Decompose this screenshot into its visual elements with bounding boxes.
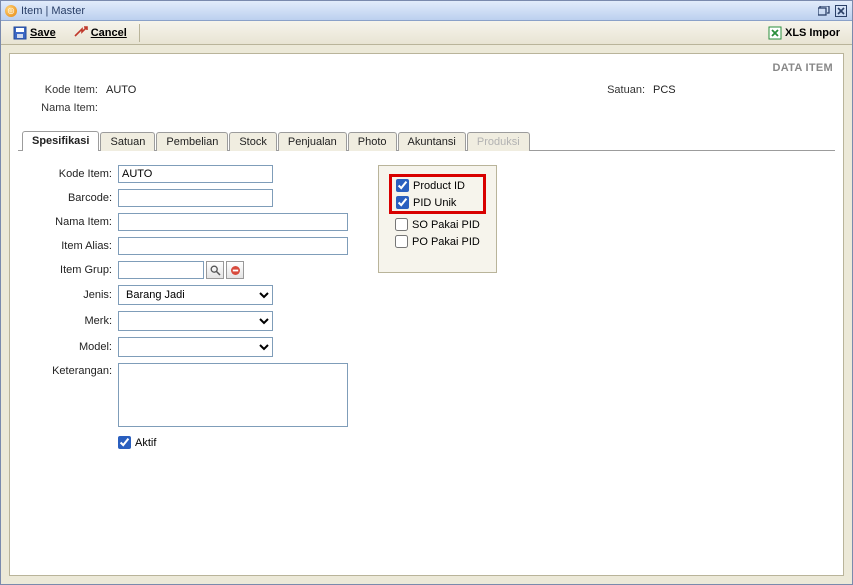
maximize-icon[interactable]	[817, 4, 831, 18]
item-grup-clear-button[interactable]	[226, 261, 244, 279]
nama-item-label: Nama Item:	[28, 216, 112, 228]
model-select[interactable]	[118, 337, 273, 357]
po-pakai-pid-label: PO Pakai PID	[412, 236, 480, 248]
excel-icon	[768, 26, 782, 40]
barcode-input[interactable]	[118, 189, 273, 207]
header-satuan-value: PCS	[653, 84, 676, 96]
save-button[interactable]: Save	[7, 24, 62, 42]
merk-label: Merk:	[28, 315, 112, 327]
xls-import-label: XLS Impor	[785, 27, 840, 39]
merk-select[interactable]	[118, 311, 273, 331]
header-satuan-label: Satuan:	[595, 84, 645, 96]
header-kode-item-value: AUTO	[106, 84, 136, 96]
tab-produksi: Produksi	[467, 132, 530, 151]
tab-spesifikasi[interactable]: Spesifikasi	[22, 131, 99, 151]
section-title: DATA ITEM	[18, 60, 835, 80]
tab-satuan[interactable]: Satuan	[100, 132, 155, 151]
close-icon[interactable]	[834, 4, 848, 18]
item-master-window: ◎ Item | Master Save Cancel XLS I	[0, 0, 853, 585]
nama-item-input[interactable]	[118, 213, 348, 231]
save-icon	[13, 26, 27, 40]
pid-unik-label: PID Unik	[413, 197, 456, 209]
item-alias-label: Item Alias:	[28, 240, 112, 252]
xls-import-button[interactable]: XLS Impor	[762, 24, 846, 42]
cancel-label: Cancel	[91, 27, 127, 39]
spesifikasi-form: Kode Item: Barcode: Nama Item: Item Alia…	[28, 165, 348, 449]
tab-stock[interactable]: Stock	[229, 132, 277, 151]
tab-pane-spesifikasi: Kode Item: Barcode: Nama Item: Item Alia…	[18, 151, 835, 567]
save-label: Save	[30, 27, 56, 39]
item-grup-label: Item Grup:	[28, 264, 112, 276]
highlight-box: Product ID PID Unik	[389, 174, 486, 214]
barcode-label: Barcode:	[28, 192, 112, 204]
model-label: Model:	[28, 341, 112, 353]
so-pakai-pid-label: SO Pakai PID	[412, 219, 480, 231]
header-kode-item-label: Kode Item:	[28, 84, 98, 96]
tab-pembelian[interactable]: Pembelian	[156, 132, 228, 151]
window-title: Item | Master	[21, 5, 814, 17]
jenis-label: Jenis:	[28, 289, 112, 301]
header-fields: Kode Item: AUTO Nama Item: Satuan: PCS	[18, 80, 835, 126]
cancel-button[interactable]: Cancel	[68, 24, 133, 42]
aktif-checkbox[interactable]	[118, 436, 131, 449]
item-alias-input[interactable]	[118, 237, 348, 255]
kode-item-input[interactable]	[118, 165, 273, 183]
clear-icon	[230, 265, 241, 276]
product-id-label: Product ID	[413, 180, 465, 192]
jenis-select[interactable]: Barang Jadi	[118, 285, 273, 305]
tab-akuntansi[interactable]: Akuntansi	[398, 132, 466, 151]
tab-bar: Spesifikasi Satuan Pembelian Stock Penju…	[18, 130, 835, 151]
search-icon	[210, 265, 221, 276]
toolbar-separator	[139, 24, 140, 42]
item-grup-search-button[interactable]	[206, 261, 224, 279]
aktif-label: Aktif	[135, 437, 156, 449]
cancel-icon	[74, 26, 88, 40]
titlebar: ◎ Item | Master	[1, 1, 852, 21]
tab-photo[interactable]: Photo	[348, 132, 397, 151]
app-icon: ◎	[5, 5, 17, 17]
pid-options-box: Product ID PID Unik SO Pakai PID PO Paka…	[378, 165, 497, 273]
kode-item-label: Kode Item:	[28, 168, 112, 180]
item-grup-input[interactable]	[118, 261, 204, 279]
keterangan-label: Keterangan:	[28, 363, 112, 377]
so-pakai-pid-checkbox[interactable]	[395, 218, 408, 231]
keterangan-textarea[interactable]	[118, 363, 348, 427]
po-pakai-pid-checkbox[interactable]	[395, 235, 408, 248]
header-nama-item-label: Nama Item:	[28, 102, 98, 114]
tab-penjualan[interactable]: Penjualan	[278, 132, 347, 151]
content-panel: DATA ITEM Kode Item: AUTO Nama Item: Sat…	[9, 53, 844, 576]
product-id-checkbox[interactable]	[396, 179, 409, 192]
pid-unik-checkbox[interactable]	[396, 196, 409, 209]
toolbar: Save Cancel XLS Impor	[1, 21, 852, 45]
